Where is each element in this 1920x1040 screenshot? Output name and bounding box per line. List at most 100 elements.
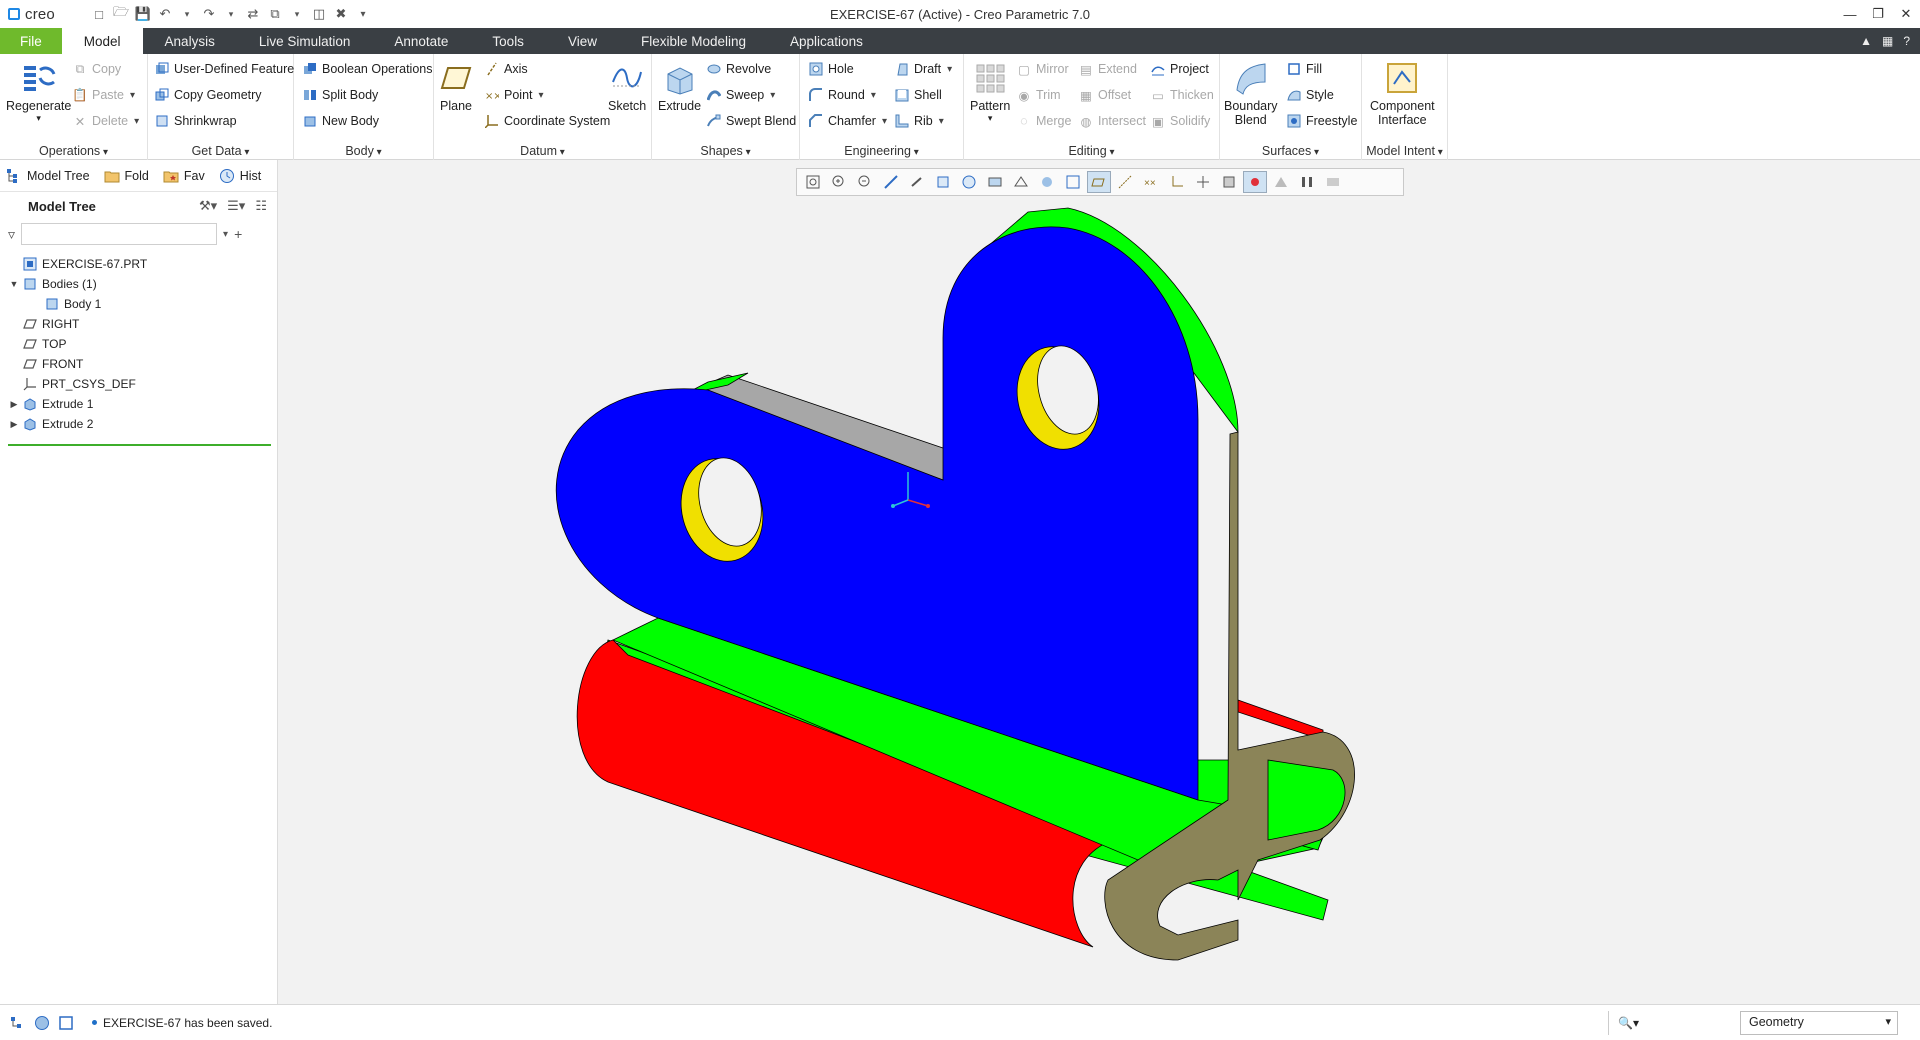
split-body-button[interactable]: Split Body [302,84,378,106]
open-file-icon[interactable]: 🗁 [112,4,130,23]
pattern-dropdown-icon[interactable]: ▾ [988,113,993,124]
options-icon[interactable]: ▦ [1882,34,1893,48]
regenerate-dropdown-icon[interactable]: ▾ [36,113,41,124]
coordinate-system-button[interactable]: Coordinate System [484,110,610,132]
tab-applications[interactable]: Applications [768,28,885,54]
switch-window-icon[interactable]: ◫ [310,5,328,23]
revolve-button[interactable]: Revolve [706,58,771,80]
close-window-icon[interactable]: ✖ [332,5,350,23]
tab-history[interactable]: Hist [219,168,261,184]
tree-search-input[interactable] [21,223,218,245]
shapes-group-label[interactable]: Shapes [652,144,799,158]
filter-icon[interactable]: ▿ [8,226,15,243]
merge-button[interactable]: ◌ Merge [1016,110,1071,132]
search-dropdown-icon[interactable]: ▾ [223,229,228,240]
customize-qat-icon[interactable]: ▾ [354,5,372,23]
tab-folder-browser[interactable]: Fold [104,168,149,184]
new-file-icon[interactable]: □ [90,5,108,23]
hole-button[interactable]: Hole [808,58,854,80]
new-body-button[interactable]: New Body [302,110,379,132]
find-icon[interactable]: 🔍▾ [1608,1011,1648,1035]
tab-view[interactable]: View [546,28,619,54]
minimize-icon[interactable]: — [1836,0,1864,28]
redo-dropdown-icon[interactable]: ▾ [222,5,240,23]
tab-model-tree[interactable]: Model Tree [6,168,90,184]
toggle-navigator-icon[interactable] [10,1015,26,1031]
tree-settings-icon[interactable]: ⚒▾ [199,198,217,214]
windows-icon[interactable]: ⧉ [266,5,284,23]
chamfer-button[interactable]: Chamfer [808,110,887,132]
datum-group-label[interactable]: Datum [434,144,651,158]
copy-geometry-button[interactable]: Copy Geometry [154,84,262,106]
delete-button[interactable]: ✕ Delete [72,110,139,132]
tree-filter-settings-icon[interactable]: ☷ [255,198,267,214]
regenerate-button[interactable]: Regenerate ▾ [6,60,71,124]
thicken-button[interactable]: ▭ Thicken [1150,84,1214,106]
operations-group-label[interactable]: Operations [0,144,147,158]
axis-button[interactable]: Axis [484,58,528,80]
undo-dropdown-icon[interactable]: ▾ [178,5,196,23]
graphics-area[interactable]: ×× [278,160,1920,1004]
fill-button[interactable]: Fill [1286,58,1322,80]
full-screen-icon[interactable] [58,1015,74,1031]
paste-button[interactable]: 📋 Paste [72,84,135,106]
project-button[interactable]: Project [1150,58,1209,80]
tree-item[interactable]: ▼ Bodies (1) [0,274,277,294]
boundary-blend-button[interactable]: Boundary Blend [1224,60,1278,127]
save-icon[interactable]: 💾 [134,5,152,23]
tab-analysis[interactable]: Analysis [143,28,237,54]
add-filter-icon[interactable]: + [234,226,242,242]
extend-button[interactable]: ▤ Extend [1078,58,1137,80]
offset-button[interactable]: ▦ Offset [1078,84,1131,106]
tree-item[interactable]: RIGHT [0,314,277,334]
tree-insert-indicator[interactable] [8,444,271,446]
solidify-button[interactable]: ▣ Solidify [1150,110,1210,132]
tab-annotate[interactable]: Annotate [372,28,470,54]
tree-item[interactable]: Body 1 [0,294,277,314]
mirror-button[interactable]: ▢ Mirror [1016,58,1069,80]
selection-filter-dropdown[interactable]: Geometry [1740,1011,1898,1035]
component-interface-button[interactable]: Component Interface [1370,60,1435,127]
expand-toggle-icon[interactable]: ▶ [8,419,20,430]
plane-button[interactable]: Plane [438,60,474,113]
close-icon[interactable]: ✕ [1892,0,1920,28]
shell-button[interactable]: Shell [894,84,942,106]
boolean-operations-button[interactable]: Boolean Operations [302,58,433,80]
tree-item[interactable]: ▶ Extrude 1 [0,394,277,414]
windows-dropdown-icon[interactable]: ▾ [288,5,306,23]
rib-button[interactable]: Rib [894,110,944,132]
sweep-button[interactable]: Sweep [706,84,775,106]
tree-item[interactable]: PRT_CSYS_DEF [0,374,277,394]
intersect-button[interactable]: ◍ Intersect [1078,110,1146,132]
tab-model[interactable]: Model [61,28,143,54]
surfaces-group-label[interactable]: Surfaces [1220,144,1361,158]
extrude-button[interactable]: Extrude [658,60,701,113]
style-button[interactable]: Style [1286,84,1334,106]
shrinkwrap-button[interactable]: Shrinkwrap [154,110,237,132]
pattern-button[interactable]: Pattern ▾ [970,60,1010,124]
restore-icon[interactable]: ❐ [1864,0,1892,28]
trim-button[interactable]: ◉ Trim [1016,84,1061,106]
tab-favorites[interactable]: Fav [163,168,205,184]
model-intent-group-label[interactable]: Model Intent [1362,144,1447,158]
draft-button[interactable]: Draft [894,58,952,80]
redo-icon[interactable]: ↷ [200,5,218,23]
sketch-button[interactable]: Sketch [608,60,646,113]
freestyle-button[interactable]: Freestyle [1286,110,1357,132]
tab-tools[interactable]: Tools [470,28,546,54]
toggle-browser-icon[interactable] [34,1015,50,1031]
tab-file[interactable]: File [0,28,62,54]
user-defined-feature-button[interactable]: User-Defined Feature [154,58,294,80]
model-view[interactable] [278,160,1920,1004]
tree-item[interactable]: EXERCISE-67.PRT [0,254,277,274]
copy-button[interactable]: ⧉ Copy [72,58,122,80]
tree-item[interactable]: TOP [0,334,277,354]
get-data-group-label[interactable]: Get Data [148,144,293,158]
tree-columns-icon[interactable]: ☰▾ [227,198,245,214]
expand-toggle-icon[interactable]: ▶ [8,399,20,410]
tree-item[interactable]: FRONT [0,354,277,374]
engineering-group-label[interactable]: Engineering [800,144,963,158]
tab-flexible-modeling[interactable]: Flexible Modeling [619,28,768,54]
round-button[interactable]: Round [808,84,876,106]
tree-item[interactable]: ▶ Extrude 2 [0,414,277,434]
